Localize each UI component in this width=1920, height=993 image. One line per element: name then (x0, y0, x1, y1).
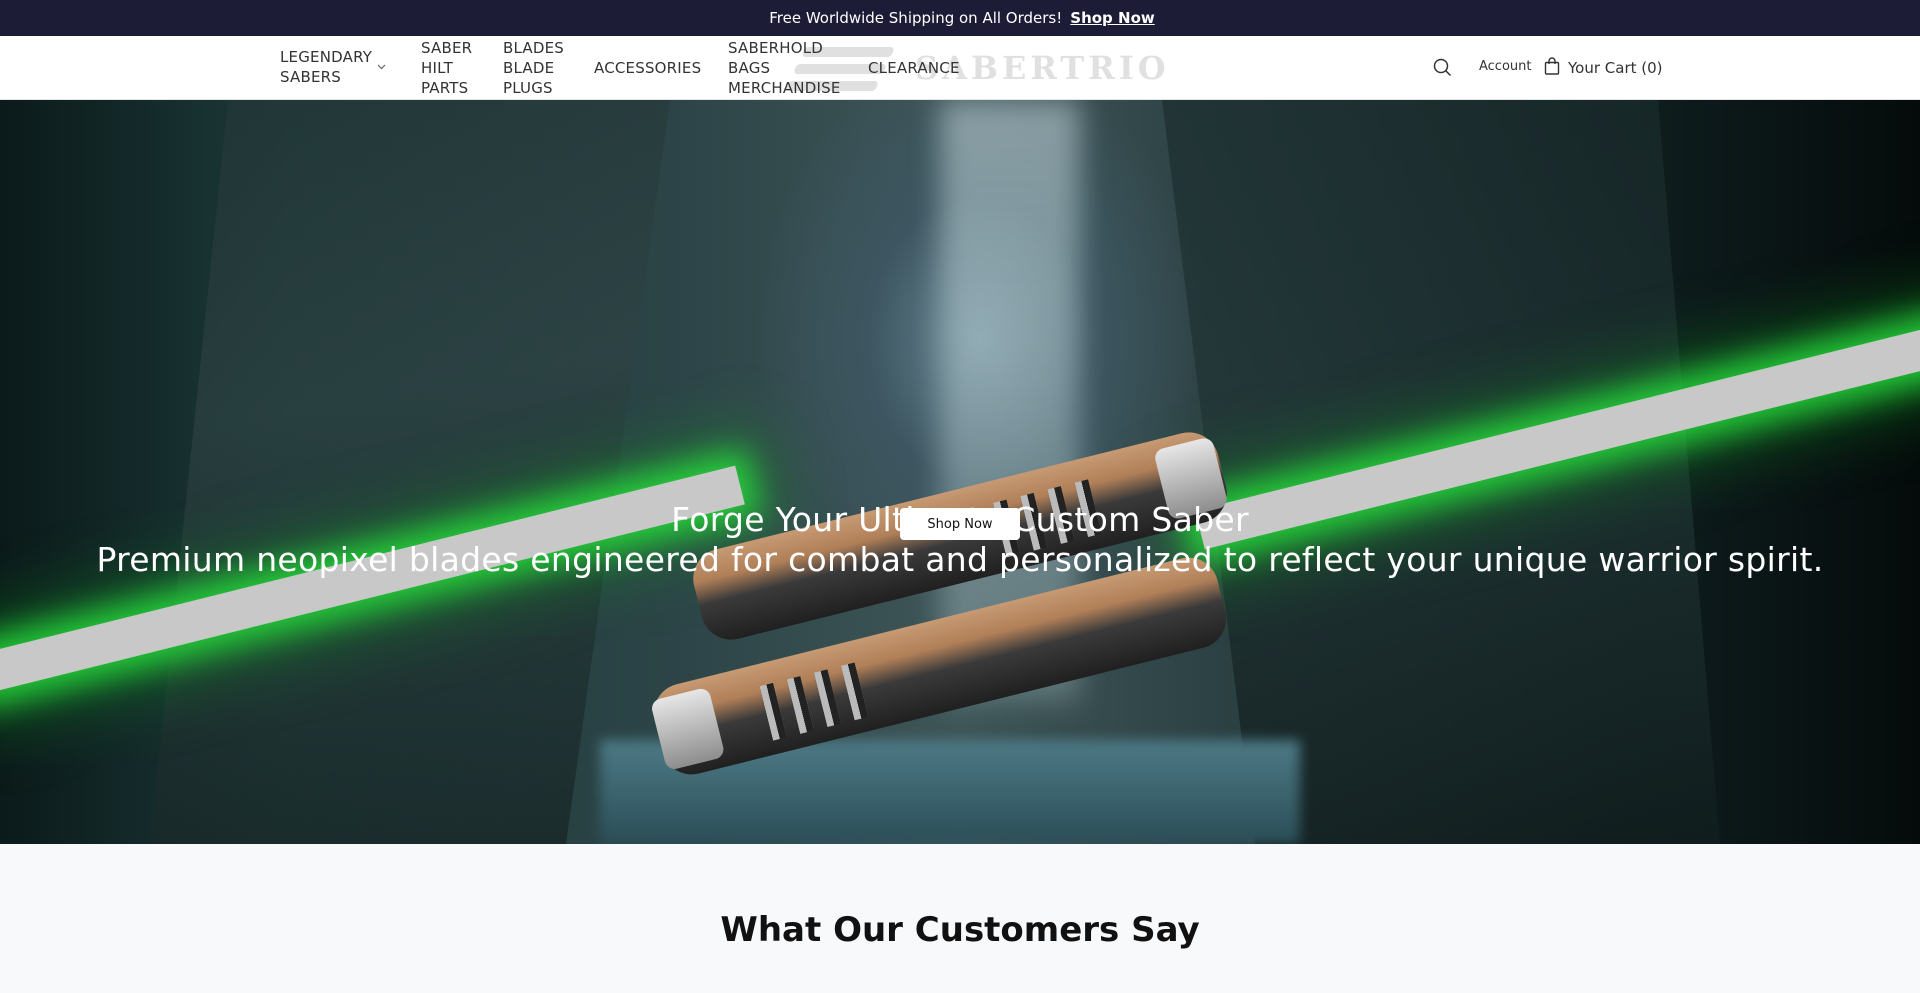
nav-saberhold-bags-merchandise[interactable]: SABERHOLD BAGS MERCHANDISE (728, 38, 841, 98)
nav-saber-hilt-parts[interactable]: SABER HILT PARTS (421, 38, 472, 98)
nav-label-line: PARTS (421, 79, 469, 97)
nav-blades-blade-plugs[interactable]: BLADES BLADE PLUGS (503, 38, 564, 98)
nav-label-line: BLADES (503, 39, 565, 57)
account-link[interactable]: Account (1479, 59, 1532, 74)
hero-banner: Forge Your Ultimate Custom Saber Premium… (0, 100, 1920, 844)
announcement-bar: Free Worldwide Shipping on All Orders! S… (0, 0, 1920, 36)
bag-icon (1544, 57, 1560, 79)
nav-label-line: MERCHANDISE (728, 79, 841, 97)
cart-label: Your Cart (0) (1568, 59, 1663, 77)
nav-label-line: SABER (421, 39, 473, 57)
nav-label-line: BAGS (728, 59, 771, 77)
testimonials-heading: What Our Customers Say (720, 910, 1200, 950)
nav-label-line: ACCESSORIES (594, 59, 702, 77)
nav-label-line: CLEARANCE (868, 59, 960, 77)
nav-label-line: PLUGS (503, 79, 553, 97)
nav-label-line: BLADE (503, 59, 555, 77)
announcement-message: Free Worldwide Shipping on All Orders! (769, 9, 1063, 27)
nav-label-line: SABERHOLD (728, 39, 824, 57)
announcement-shop-now-link[interactable]: Shop Now (1070, 9, 1154, 27)
nav-accessories[interactable]: ACCESSORIES (594, 58, 701, 78)
chevron-down-icon[interactable] (377, 62, 386, 73)
nav-clearance[interactable]: CLEARANCE (868, 58, 960, 78)
nav-label-line: HILT (421, 59, 453, 77)
nav-legendary-sabers[interactable]: LEGENDARY SABERS (280, 47, 372, 87)
hero-subtitle: Premium neopixel blades engineered for c… (96, 540, 1824, 579)
hero-shop-now-button[interactable]: Shop Now (900, 508, 1020, 540)
nav-label-line: SABERS (280, 68, 341, 86)
nav-label-line: LEGENDARY (280, 48, 373, 66)
hero-cliff-left (150, 100, 670, 844)
testimonials-section: What Our Customers Say (0, 844, 1920, 993)
search-icon[interactable] (1433, 58, 1452, 81)
cart-button[interactable]: Your Cart (0) (1544, 57, 1663, 79)
